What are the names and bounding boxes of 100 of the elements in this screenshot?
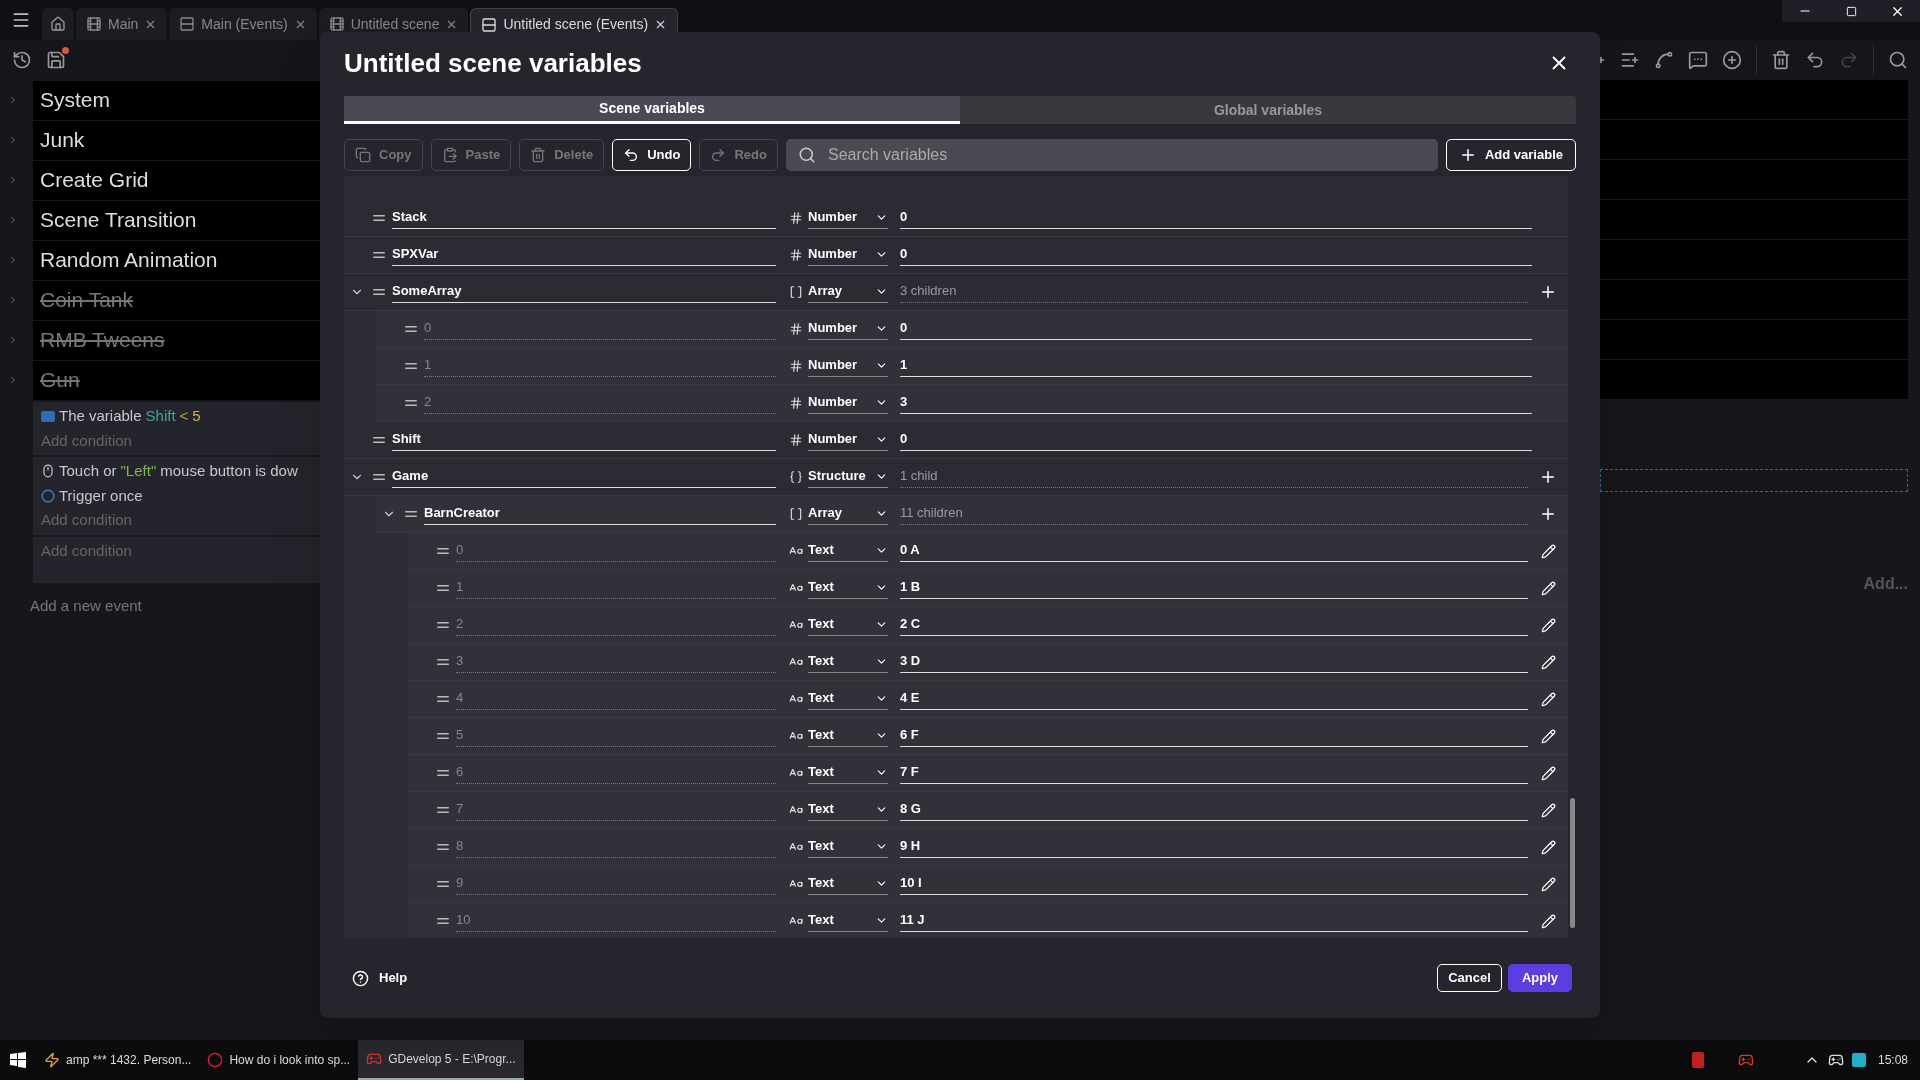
value-field[interactable]: 3 (900, 392, 1532, 414)
value-field[interactable]: 3 D (900, 651, 1528, 673)
index-field[interactable]: 0 (424, 318, 776, 340)
search-field[interactable]: Search variables (785, 139, 1438, 171)
index-field[interactable]: 7 (456, 799, 776, 821)
value-field[interactable]: 1 (900, 355, 1532, 377)
type-select[interactable]: Structure (808, 466, 888, 488)
document-tab[interactable]: Main (76, 8, 168, 40)
index-field[interactable]: 0 (456, 540, 776, 562)
add-icon[interactable] (1722, 50, 1742, 70)
expand-icon[interactable] (8, 375, 18, 385)
type-select[interactable]: Number (808, 355, 888, 377)
type-select[interactable]: Text (808, 836, 888, 858)
type-select[interactable]: Text (808, 688, 888, 710)
menu-icon[interactable] (11, 10, 31, 30)
value-field[interactable]: 0 (900, 318, 1532, 340)
tray-app-icon[interactable] (1691, 1052, 1704, 1068)
cancel-button[interactable]: Cancel (1437, 964, 1502, 992)
expand-icon[interactable] (8, 335, 18, 345)
home-tab[interactable] (42, 8, 74, 40)
value-field[interactable]: 9 H (900, 836, 1528, 858)
name-field[interactable]: BarnCreator (424, 503, 776, 525)
document-tab[interactable]: Main (Events) (169, 8, 317, 40)
value-field[interactable]: 10 I (900, 873, 1528, 895)
index-field[interactable]: 5 (456, 725, 776, 747)
taskbar-item[interactable]: How do i look into sp... (199, 1040, 359, 1080)
index-field[interactable]: 1 (424, 355, 776, 377)
type-select[interactable]: Text (808, 910, 888, 932)
name-field[interactable]: Shift (392, 429, 776, 451)
apply-button[interactable]: Apply (1507, 964, 1572, 992)
index-field[interactable]: 4 (456, 688, 776, 710)
type-select[interactable]: Number (808, 318, 888, 340)
type-select[interactable]: Array (808, 503, 888, 525)
tray-app-icon[interactable] (1851, 1053, 1866, 1067)
add-variable-button[interactable]: Add variable (1445, 139, 1576, 171)
expand-icon[interactable] (8, 295, 18, 305)
undo-icon[interactable] (1805, 50, 1825, 70)
edit-icon[interactable] (1540, 543, 1556, 559)
edit-icon[interactable] (1540, 728, 1556, 744)
name-field[interactable]: Stack (392, 207, 776, 229)
restore-icon[interactable] (1845, 5, 1857, 17)
index-field[interactable]: 2 (456, 614, 776, 636)
taskbar-item[interactable]: amp *** 1432. Person... (36, 1040, 200, 1080)
edit-icon[interactable] (1540, 580, 1556, 596)
value-field[interactable]: 0 A (900, 540, 1528, 562)
expand-icon[interactable] (8, 175, 18, 185)
name-field[interactable]: Game (392, 466, 776, 488)
index-field[interactable]: 8 (456, 836, 776, 858)
type-select[interactable]: Text (808, 651, 888, 673)
type-select[interactable]: Number (808, 207, 888, 229)
add-child-icon[interactable] (1539, 283, 1557, 301)
edit-icon[interactable] (1540, 876, 1556, 892)
value-field[interactable]: 11 J (900, 910, 1528, 932)
expand-icon[interactable] (8, 95, 18, 105)
type-select[interactable]: Text (808, 725, 888, 747)
value-field[interactable]: 0 (900, 207, 1532, 229)
edit-icon[interactable] (1540, 913, 1556, 929)
value-field[interactable]: 6 F (900, 725, 1528, 747)
index-field[interactable]: 9 (456, 873, 776, 895)
add-link-icon[interactable] (1654, 50, 1674, 70)
expand-icon[interactable] (8, 255, 18, 265)
expand-icon[interactable] (8, 215, 18, 225)
help-link[interactable]: Help (352, 968, 408, 988)
value-field[interactable]: 4 E (900, 688, 1528, 710)
name-field[interactable]: SomeArray (392, 281, 776, 303)
type-select[interactable]: Number (808, 392, 888, 414)
type-select[interactable]: Array (808, 281, 888, 303)
edit-icon[interactable] (1540, 617, 1556, 633)
index-field[interactable]: 3 (456, 651, 776, 673)
delete-icon[interactable] (1771, 50, 1791, 70)
add-subevent-icon[interactable] (1620, 50, 1640, 70)
value-field[interactable]: 7 F (900, 762, 1528, 784)
edit-icon[interactable] (1540, 691, 1556, 707)
index-field[interactable]: 6 (456, 762, 776, 784)
index-field[interactable]: 1 (456, 577, 776, 599)
value-field[interactable]: 0 (900, 429, 1532, 451)
dialog-tab[interactable]: Scene variables (344, 96, 960, 124)
type-select[interactable]: Text (808, 873, 888, 895)
value-field[interactable]: 1 B (900, 577, 1528, 599)
type-select[interactable]: Text (808, 577, 888, 599)
value-field[interactable]: 0 (900, 244, 1532, 266)
gamepad-icon[interactable] (1827, 1052, 1844, 1068)
scrollbar-thumb[interactable] (1570, 798, 1575, 928)
type-select[interactable]: Text (808, 540, 888, 562)
save-icon[interactable] (46, 50, 66, 70)
edit-icon[interactable] (1540, 839, 1556, 855)
type-select[interactable]: Text (808, 799, 888, 821)
add-child-icon[interactable] (1539, 468, 1557, 486)
toolbar-button[interactable]: Undo (612, 139, 692, 171)
search-icon[interactable] (1888, 50, 1908, 70)
comment-icon[interactable] (1688, 50, 1708, 70)
index-field[interactable]: 10 (456, 910, 776, 932)
add-child-icon[interactable] (1539, 505, 1557, 523)
taskbar-item[interactable]: GDevelop 5 - E:\Progr... (358, 1040, 524, 1080)
edit-icon[interactable] (1540, 765, 1556, 781)
dialog-tab[interactable]: Global variables (960, 96, 1576, 124)
history-icon[interactable] (12, 50, 32, 70)
edit-icon[interactable] (1540, 802, 1556, 818)
edit-icon[interactable] (1540, 654, 1556, 670)
value-field[interactable]: 8 G (900, 799, 1528, 821)
